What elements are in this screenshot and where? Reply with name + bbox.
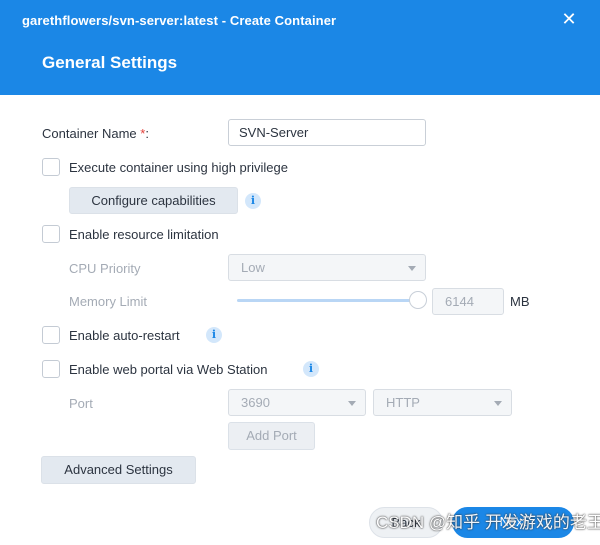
capabilities-info-icon[interactable]: i xyxy=(245,193,261,209)
back-button[interactable]: Back xyxy=(369,507,443,538)
port-label: Port xyxy=(69,396,93,411)
add-port-button[interactable]: Add Port xyxy=(228,422,315,450)
high-privilege-checkbox[interactable] xyxy=(42,158,60,176)
memory-unit-label: MB xyxy=(510,294,530,309)
memory-limit-input[interactable]: 6144 xyxy=(432,288,504,315)
auto-restart-checkbox[interactable] xyxy=(42,326,60,344)
high-privilege-label: Execute container using high privilege xyxy=(69,160,288,175)
protocol-select[interactable]: HTTP xyxy=(373,389,512,416)
auto-restart-label: Enable auto-restart xyxy=(69,328,180,343)
resource-limitation-checkbox[interactable] xyxy=(42,225,60,243)
container-name-input[interactable]: SVN-Server xyxy=(228,119,426,146)
port-value: 3690 xyxy=(241,395,270,410)
port-select[interactable]: 3690 xyxy=(228,389,366,416)
chevron-down-icon xyxy=(408,266,416,271)
next-button[interactable]: Next xyxy=(452,507,574,538)
web-portal-checkbox[interactable] xyxy=(42,360,60,378)
memory-limit-slider-thumb[interactable] xyxy=(409,291,427,309)
container-name-label-text: Container Name xyxy=(42,126,137,141)
cpu-priority-label: CPU Priority xyxy=(69,261,141,276)
web-portal-info-icon[interactable]: i xyxy=(303,361,319,377)
section-title: General Settings xyxy=(42,53,178,72)
cpu-priority-select[interactable]: Low xyxy=(228,254,426,281)
auto-restart-info-icon[interactable]: i xyxy=(206,327,222,343)
memory-limit-label: Memory Limit xyxy=(69,294,148,309)
configure-capabilities-button[interactable]: Configure capabilities xyxy=(69,187,238,214)
web-portal-label: Enable web portal via Web Station xyxy=(69,362,268,377)
container-name-label: Container Name *: xyxy=(42,126,149,141)
chevron-down-icon xyxy=(348,401,356,406)
close-icon[interactable]: ✕ xyxy=(558,8,580,30)
window-title: garethflowers/svn-server:latest - Create… xyxy=(22,13,337,28)
dialog-header: garethflowers/svn-server:latest - Create… xyxy=(0,0,600,95)
cpu-priority-value: Low xyxy=(241,260,265,275)
resource-limitation-label: Enable resource limitation xyxy=(69,227,219,242)
memory-limit-slider-track[interactable] xyxy=(237,299,418,302)
chevron-down-icon xyxy=(494,401,502,406)
advanced-settings-button[interactable]: Advanced Settings xyxy=(41,456,196,484)
protocol-value: HTTP xyxy=(386,395,420,410)
label-colon: : xyxy=(145,126,149,141)
